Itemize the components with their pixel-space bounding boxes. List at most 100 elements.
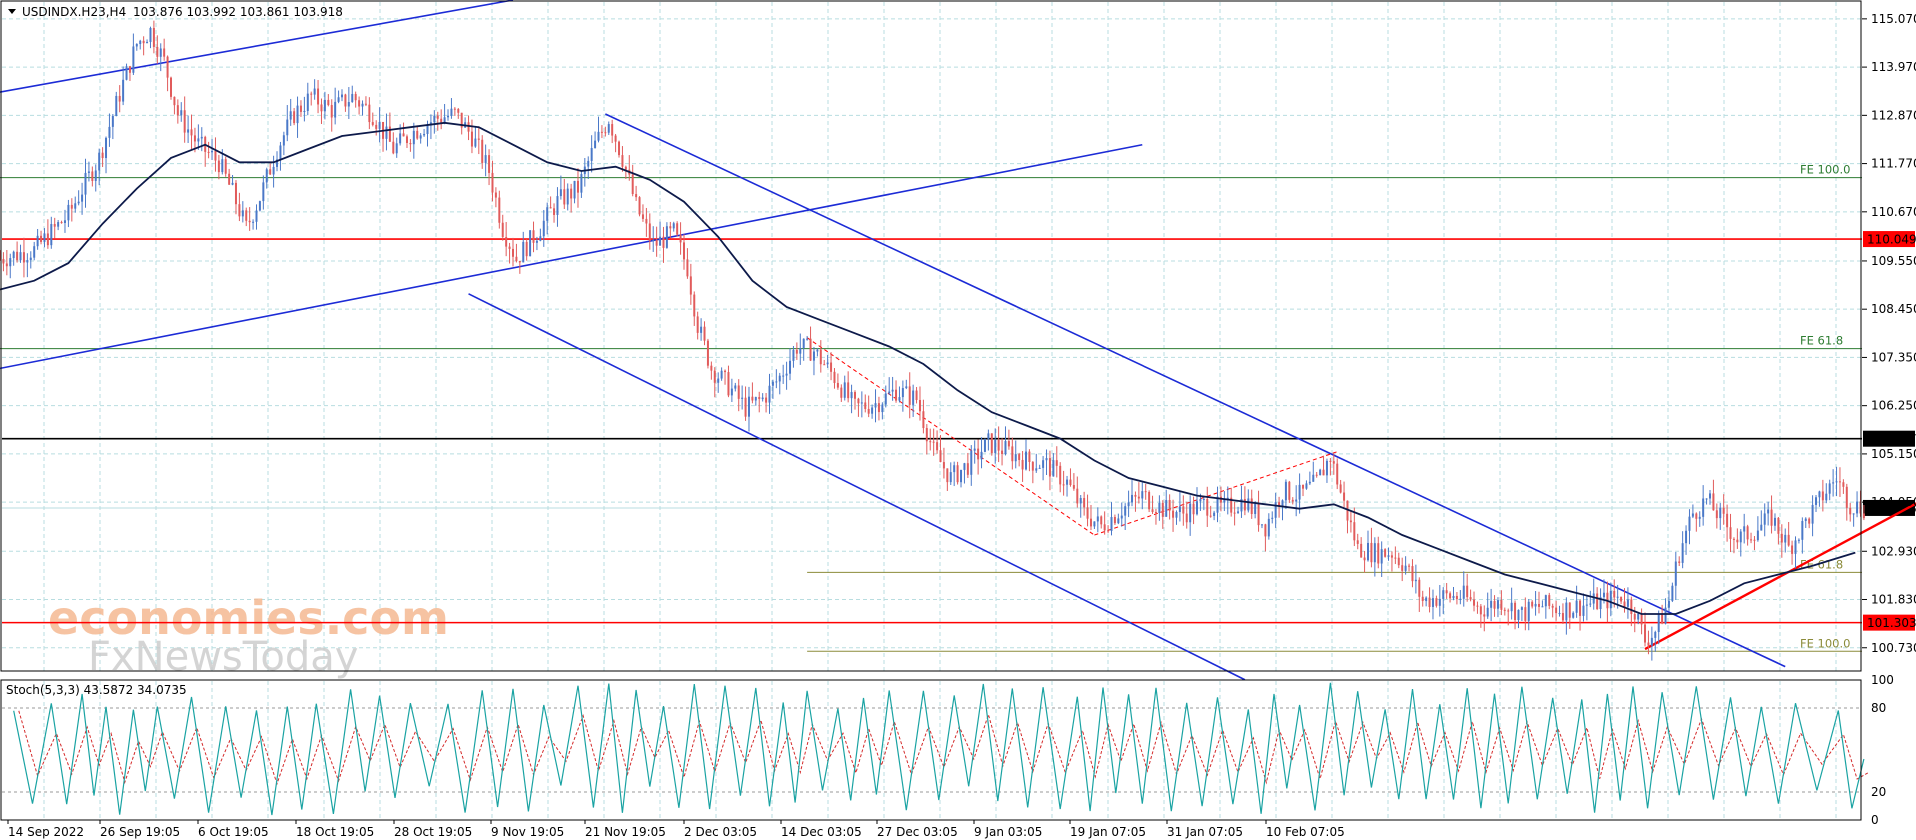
candle-bull: [1773, 517, 1776, 526]
candle-bear: [152, 27, 155, 47]
candle-bull: [659, 236, 662, 246]
candle-bull: [1237, 511, 1240, 513]
candle-bear: [228, 173, 231, 185]
candle-bear: [1561, 613, 1564, 621]
candle-bull: [361, 103, 364, 107]
candle-bull: [1052, 460, 1055, 477]
candle-bear: [173, 96, 176, 106]
fib-label: FE 100.0: [1800, 636, 1850, 650]
candle-bear: [1633, 614, 1636, 620]
watermark: economies.com FxNewsToday: [48, 591, 449, 680]
candle-bear: [1507, 610, 1510, 612]
candle-bull: [1688, 516, 1691, 531]
candle-bear: [494, 192, 497, 198]
candle-bull: [306, 93, 309, 111]
candle-bear: [563, 189, 566, 205]
stoch-main-line: [13, 682, 1865, 816]
candle-bear: [1644, 624, 1647, 643]
candle-bear: [470, 131, 473, 147]
candle-bull: [159, 48, 162, 57]
candle-bear: [1838, 481, 1841, 483]
candle-bear: [819, 349, 822, 365]
candle-bull: [672, 223, 675, 229]
candle-bear: [1329, 460, 1332, 462]
candle-bear: [751, 396, 754, 401]
candle-bear: [1551, 605, 1554, 608]
y-tick-label: 101.830: [1871, 593, 1916, 607]
candle-bull: [187, 129, 190, 133]
candle-bull: [747, 396, 750, 417]
candle-bull: [1404, 565, 1407, 571]
candle-bull: [1414, 579, 1417, 582]
stoch-tick-label: 100: [1871, 673, 1894, 687]
candle-bear: [990, 433, 993, 454]
candle-bull: [1045, 458, 1048, 461]
candle-bear: [867, 408, 870, 414]
dropdown-triangle-icon[interactable]: [8, 9, 16, 14]
candle-bear: [1753, 539, 1756, 541]
candle-bull: [1490, 600, 1493, 608]
candle-bear: [1777, 517, 1780, 534]
candle-bull: [1654, 632, 1657, 638]
candle-bear: [1712, 493, 1715, 511]
candle-bear: [1363, 557, 1366, 561]
candle-bear: [1613, 590, 1616, 598]
candle-bear: [293, 111, 296, 124]
candle-bull: [1520, 607, 1523, 610]
y-tick-label: 111.770: [1871, 157, 1916, 171]
candle-bull: [963, 463, 966, 470]
candle-bear: [457, 109, 460, 113]
candle-bear: [1514, 602, 1517, 621]
candle-bull: [1784, 534, 1787, 543]
chart-header: USDINDX.H23,H4 103.876 103.992 103.861 1…: [8, 5, 343, 19]
candle-bull: [1178, 506, 1181, 512]
candle-bear: [621, 155, 624, 167]
grid: [2, 2, 1862, 820]
candle-bull: [1852, 513, 1855, 515]
candle-bear: [453, 108, 456, 110]
fib-label: FE 100.0: [1800, 163, 1850, 177]
candle-bull: [898, 397, 901, 401]
candle-bull: [785, 373, 788, 376]
candle-bear: [1695, 513, 1698, 519]
candle-bear: [1678, 561, 1681, 563]
candle-bull: [221, 159, 224, 173]
candle-bull: [1856, 501, 1859, 514]
candle-bear: [1732, 538, 1735, 540]
candle-bear: [1107, 530, 1110, 532]
candle-bull: [782, 375, 785, 377]
candle-bull: [607, 124, 610, 133]
candle-bull: [1756, 530, 1759, 541]
price-chart[interactable]: economies.com FxNewsToday 110.049 105.497…: [0, 0, 1916, 840]
candle-bull: [1565, 602, 1568, 621]
candle-bear: [614, 135, 617, 142]
candle-bear: [744, 397, 747, 417]
y-tick-label: 104.050: [1871, 495, 1916, 509]
candle-bull: [323, 99, 326, 112]
candle-bear: [1548, 595, 1551, 606]
candle-bull: [730, 388, 733, 396]
candle-bear: [1390, 555, 1393, 558]
candle-bull: [566, 188, 569, 205]
candle-bear: [515, 256, 518, 262]
candle-bull: [1794, 540, 1797, 554]
candle-bear: [1137, 496, 1140, 499]
candle-bear: [224, 159, 227, 174]
candle-bull: [67, 204, 70, 221]
candle-bull: [1534, 603, 1537, 607]
candle-bear: [895, 389, 898, 401]
candle-bull: [197, 138, 200, 142]
y-tick-label: 108.450: [1871, 302, 1916, 316]
candle-bull: [19, 252, 22, 261]
candle-bull: [252, 221, 255, 223]
candle-bear: [467, 122, 470, 132]
candle-bear: [234, 182, 237, 205]
candle-bull: [912, 390, 915, 405]
candle-bull: [665, 226, 668, 248]
candle-bull: [1739, 531, 1742, 543]
candle-bull: [980, 451, 983, 460]
candle-bear: [683, 242, 685, 260]
candle-bear: [1264, 524, 1267, 537]
candle-bull: [94, 170, 97, 181]
candle-bull: [111, 115, 114, 127]
